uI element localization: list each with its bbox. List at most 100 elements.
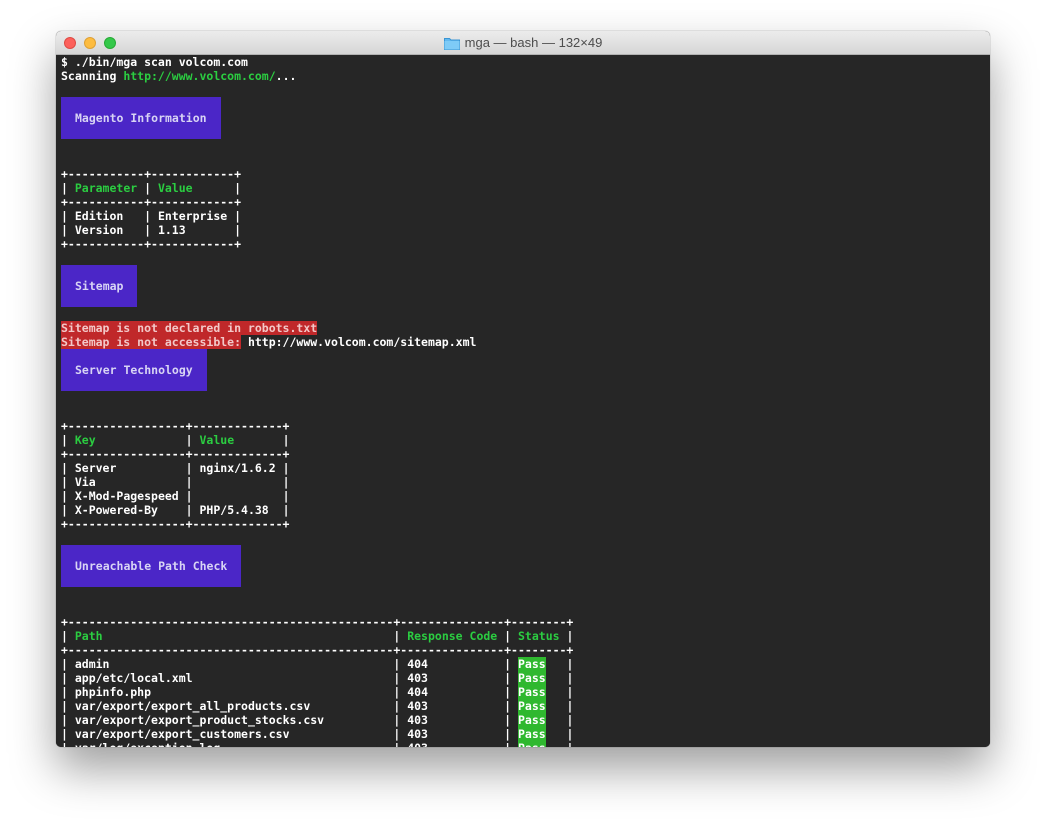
table-pipe: |: [497, 629, 518, 643]
table-pipe: |: [123, 223, 158, 237]
table-cell: X-Powered-By: [74, 503, 158, 517]
table-cell: Enterprise: [157, 209, 228, 223]
sitemap-url: http://www.volcom.com/sitemap.xml: [241, 335, 477, 349]
table-cell: 403: [407, 699, 428, 713]
table-pipe: |: [151, 685, 408, 699]
table-cell: Via: [74, 475, 96, 489]
table-pipe: |: [545, 699, 574, 713]
status-badge: Pass: [518, 699, 546, 713]
table-pipe: |: [157, 503, 200, 517]
table-pipe: |: [102, 629, 408, 643]
table-pipe: |: [545, 657, 574, 671]
table-row: | app/etc/local.xml | 403 | Pass |: [61, 671, 990, 685]
table-pipe: |: [310, 699, 408, 713]
table-pipe: |: [109, 657, 408, 671]
table-pipe: |: [61, 713, 75, 727]
table-pipe: |: [123, 209, 158, 223]
table-cell: var/export/export_all_products.csv: [74, 699, 311, 713]
status-badge: Pass: [518, 657, 546, 671]
table-cell: var/export/export_customers.csv: [74, 727, 290, 741]
status-badge: Pass: [518, 671, 546, 685]
magento-info-table: +-----------+------------+ | Parameter | …: [61, 167, 990, 251]
command-line: $ ./bin/mga scan volcom.com: [61, 55, 248, 69]
table-border: +---------------------------------------…: [61, 643, 574, 657]
table-pipe: |: [559, 629, 574, 643]
table-header-row: | Path | Response Code | Status |: [61, 629, 990, 643]
error-not-declared: Sitemap is not declared in robots.txt: [61, 321, 318, 335]
table-pipe: |: [61, 489, 75, 503]
table-pipe: |: [427, 713, 518, 727]
table-header-row: | Key | Value |: [61, 433, 990, 447]
table-pipe: |: [324, 713, 408, 727]
scanning-suffix: ...: [275, 69, 297, 83]
window-title: mga — bash — 132×49: [464, 35, 603, 50]
table-pipe: |: [61, 223, 75, 237]
table-row: | var/export/export_customers.csv | 403 …: [61, 727, 990, 741]
table-border: +-----------------+-------------+: [61, 447, 290, 461]
table-row: | var/export/export_product_stocks.csv |…: [61, 713, 990, 727]
table-pipe: |: [61, 685, 75, 699]
table-cell: 403: [407, 671, 428, 685]
table-pipe: |: [95, 475, 200, 489]
table-row: | Via | |: [61, 475, 990, 489]
table-header-cell: Status: [518, 629, 560, 643]
table-pipe: |: [61, 741, 75, 747]
scanning-url: http://www.volcom.com/: [123, 69, 276, 83]
table-pipe: |: [61, 671, 75, 685]
table-cell: nginx/1.6.2: [199, 461, 276, 475]
table-pipe: |: [116, 461, 200, 475]
table-border: +-----------------+-------------+: [61, 517, 290, 531]
table-cell: Edition: [74, 209, 124, 223]
table-pipe: |: [199, 475, 290, 489]
table-pipe: |: [95, 433, 200, 447]
section-sitemap: Sitemap: [61, 265, 138, 307]
table-header-cell: Parameter: [74, 181, 138, 195]
table-pipe: |: [545, 685, 574, 699]
table-pipe: |: [427, 699, 518, 713]
table-cell: X-Mod-Pagespeed: [74, 489, 179, 503]
status-badge: Pass: [518, 727, 546, 741]
table-pipe: |: [61, 461, 75, 475]
scanning-line: Scanning http://www.volcom.com/...: [61, 69, 990, 83]
table-pipe: |: [178, 489, 200, 503]
table-pipe: |: [185, 223, 242, 237]
table-pipe: |: [545, 727, 574, 741]
sitemap-error-not-declared: Sitemap is not declared in robots.txt: [61, 321, 990, 335]
table-cell: 403: [407, 741, 428, 747]
table-border: +-----------+------------+: [61, 195, 242, 209]
table-pipe: |: [545, 713, 574, 727]
table-pipe: |: [234, 433, 290, 447]
table-pipe: |: [227, 209, 242, 223]
table-header-cell: Key: [74, 433, 96, 447]
table-cell: 403: [407, 727, 428, 741]
status-badge: Pass: [518, 685, 546, 699]
table-pipe: |: [289, 727, 408, 741]
table-cell: 1.13: [157, 223, 186, 237]
table-pipe: |: [61, 657, 75, 671]
table-pipe: |: [61, 727, 75, 741]
table-pipe: |: [546, 741, 573, 747]
table-row: | var/export/export_all_products.csv | 4…: [61, 699, 990, 713]
table-cell: phpinfo.php: [74, 685, 152, 699]
table-pipe: |: [61, 181, 75, 195]
table-cell: var/export/export_product_stocks.csv: [74, 713, 325, 727]
folder-icon: [443, 37, 460, 50]
table-pipe: |: [61, 629, 75, 643]
table-cell: Version: [74, 223, 124, 237]
table-row: | Version | 1.13 |: [61, 223, 990, 237]
server-technology-table: +-----------------+-------------+ | Key |…: [61, 419, 990, 531]
table-header-cell: Value: [157, 181, 193, 195]
table-cell: app/etc/local.xml: [74, 671, 193, 685]
table-pipe: |: [192, 671, 408, 685]
table-pipe: |: [61, 503, 75, 517]
terminal-output[interactable]: $ ./bin/mga scan volcom.com Scanning htt…: [56, 55, 990, 747]
table-pipe: |: [220, 741, 407, 747]
table-pipe: |: [61, 209, 75, 223]
terminal-window: mga — bash — 132×49 $ ./bin/mga scan vol…: [56, 31, 990, 747]
table-cell: 404: [407, 657, 428, 671]
table-pipe: |: [545, 671, 574, 685]
table-pipe: |: [428, 741, 518, 747]
table-row: | Edition | Enterprise |: [61, 209, 990, 223]
section-unreachable-path-check: Unreachable Path Check: [61, 545, 242, 587]
status-badge: Pass: [518, 713, 546, 727]
